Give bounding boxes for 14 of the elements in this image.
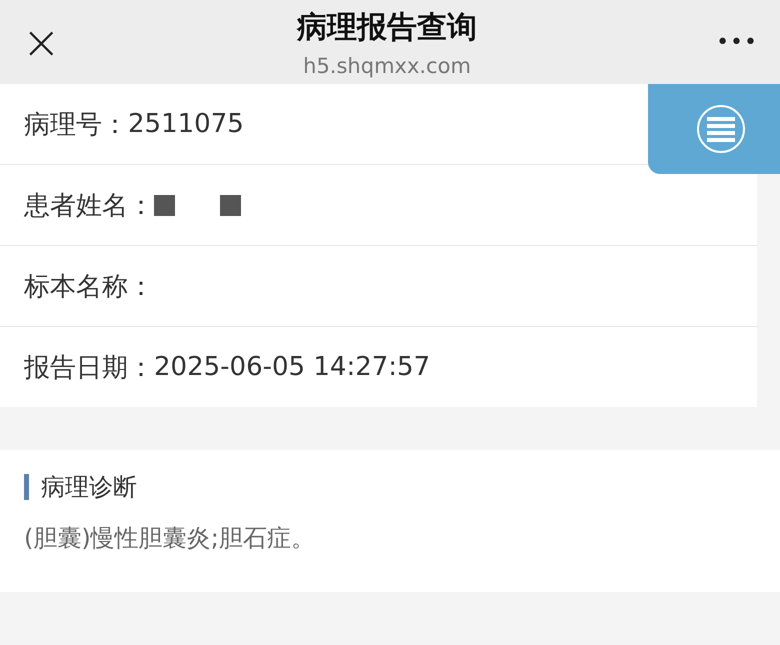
menu-button[interactable] (648, 84, 780, 174)
field-label: 病理号： (24, 108, 128, 142)
field-value: 2511075 (128, 109, 244, 139)
diagnosis-text: (胆囊)慢性胆囊炎;胆石症。 (24, 523, 316, 554)
field-label: 报告日期： (24, 352, 154, 384)
field-value: 2025-06-05 14:27:57 (154, 352, 430, 382)
close-button[interactable]: × (22, 19, 58, 65)
field-label: 标本名称： (24, 270, 154, 304)
page-title: 病理报告查询 (297, 8, 478, 46)
field-label: 患者姓名： (24, 190, 154, 222)
more-button[interactable]: ••• (716, 30, 758, 54)
section-heading: 病理诊断 (24, 474, 756, 500)
page-url: h5.shqmxx.com (303, 54, 471, 78)
menu-icon (696, 104, 746, 154)
